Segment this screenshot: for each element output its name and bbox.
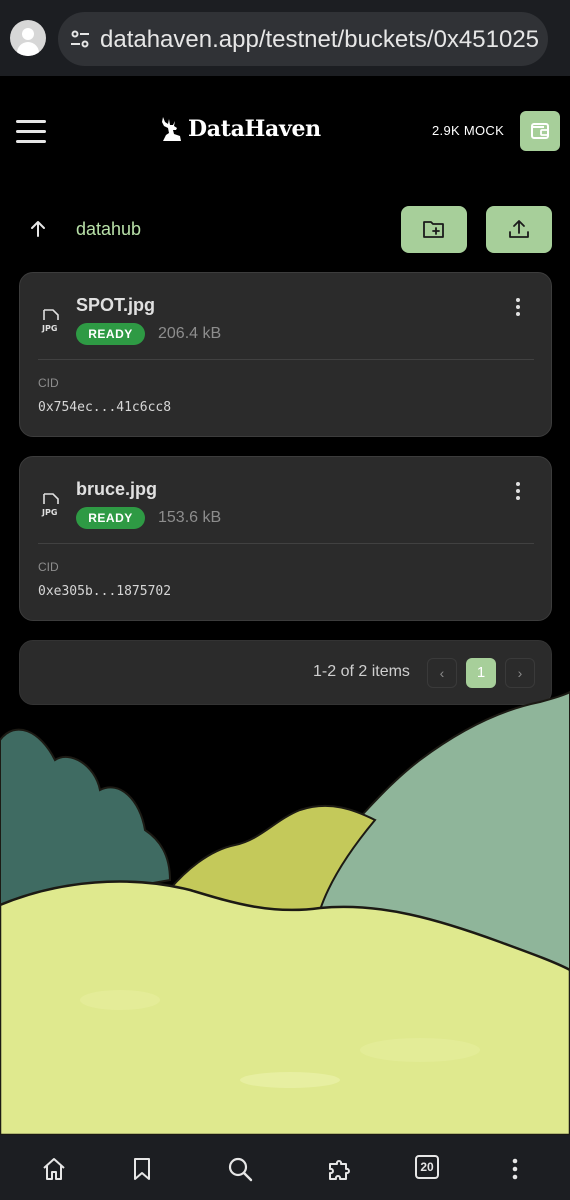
cid-value: 0xe305b...1875702 — [38, 584, 172, 599]
pagination-summary: 1-2 of 2 items — [313, 663, 410, 680]
tabs-icon[interactable]: 20 — [415, 1155, 439, 1179]
jpg-file-icon: JPG — [41, 309, 59, 333]
file-name[interactable]: SPOT.jpg — [76, 295, 155, 316]
arrow-up-icon[interactable] — [28, 219, 48, 239]
file-card[interactable]: JPG bruce.jpg READY 153.6 kB CID 0xe305b… — [19, 456, 552, 621]
new-folder-icon — [423, 221, 444, 238]
file-name[interactable]: bruce.jpg — [76, 479, 157, 500]
cid-label: CID — [38, 376, 59, 390]
extensions-icon[interactable] — [326, 1155, 354, 1183]
token-balance: 2.9K MOCK — [432, 123, 505, 138]
status-badge: READY — [76, 507, 145, 529]
browser-top-bar: datahaven.app/testnet/buckets/0x451025 — [0, 0, 570, 76]
browser-bottom-nav: 20 — [0, 1135, 570, 1200]
brand-name: DataHaven — [188, 116, 321, 142]
search-icon[interactable] — [226, 1155, 254, 1183]
wallet-button[interactable] — [520, 111, 560, 151]
tune-icon[interactable] — [68, 27, 92, 51]
address-bar[interactable]: datahaven.app/testnet/buckets/0x451025 — [58, 12, 548, 66]
profile-avatar[interactable] — [10, 20, 46, 56]
brand-logo[interactable]: DataHaven — [160, 112, 321, 146]
create-folder-button[interactable] — [401, 206, 467, 253]
svg-text:JPG: JPG — [41, 324, 57, 333]
upload-file-button[interactable] — [486, 206, 552, 253]
file-size: 153.6 kB — [158, 509, 222, 526]
hills-illustration — [0, 690, 570, 1135]
wallet-icon — [531, 123, 549, 139]
status-badge: READY — [76, 323, 145, 345]
cid-label: CID — [38, 560, 59, 574]
current-folder-name: datahub — [76, 219, 142, 239]
divider — [38, 543, 534, 544]
upload-icon — [509, 220, 529, 238]
svg-text:JPG: JPG — [41, 508, 57, 517]
home-icon[interactable] — [40, 1155, 68, 1183]
bookmark-icon[interactable] — [128, 1155, 156, 1183]
more-vert-icon[interactable] — [512, 481, 524, 501]
file-size: 206.4 kB — [158, 325, 222, 342]
url-text[interactable]: datahaven.app/testnet/buckets/0x451025 — [100, 26, 539, 54]
hamburger-menu-icon[interactable] — [16, 118, 46, 144]
more-vert-icon[interactable] — [501, 1155, 529, 1183]
deer-logo-icon — [162, 117, 181, 141]
more-vert-icon[interactable] — [512, 297, 524, 317]
file-card[interactable]: JPG SPOT.jpg READY 206.4 kB CID 0x754ec.… — [19, 272, 552, 437]
divider — [38, 359, 534, 360]
jpg-file-icon: JPG — [41, 493, 59, 517]
cid-value: 0x754ec...41c6cc8 — [38, 400, 172, 415]
